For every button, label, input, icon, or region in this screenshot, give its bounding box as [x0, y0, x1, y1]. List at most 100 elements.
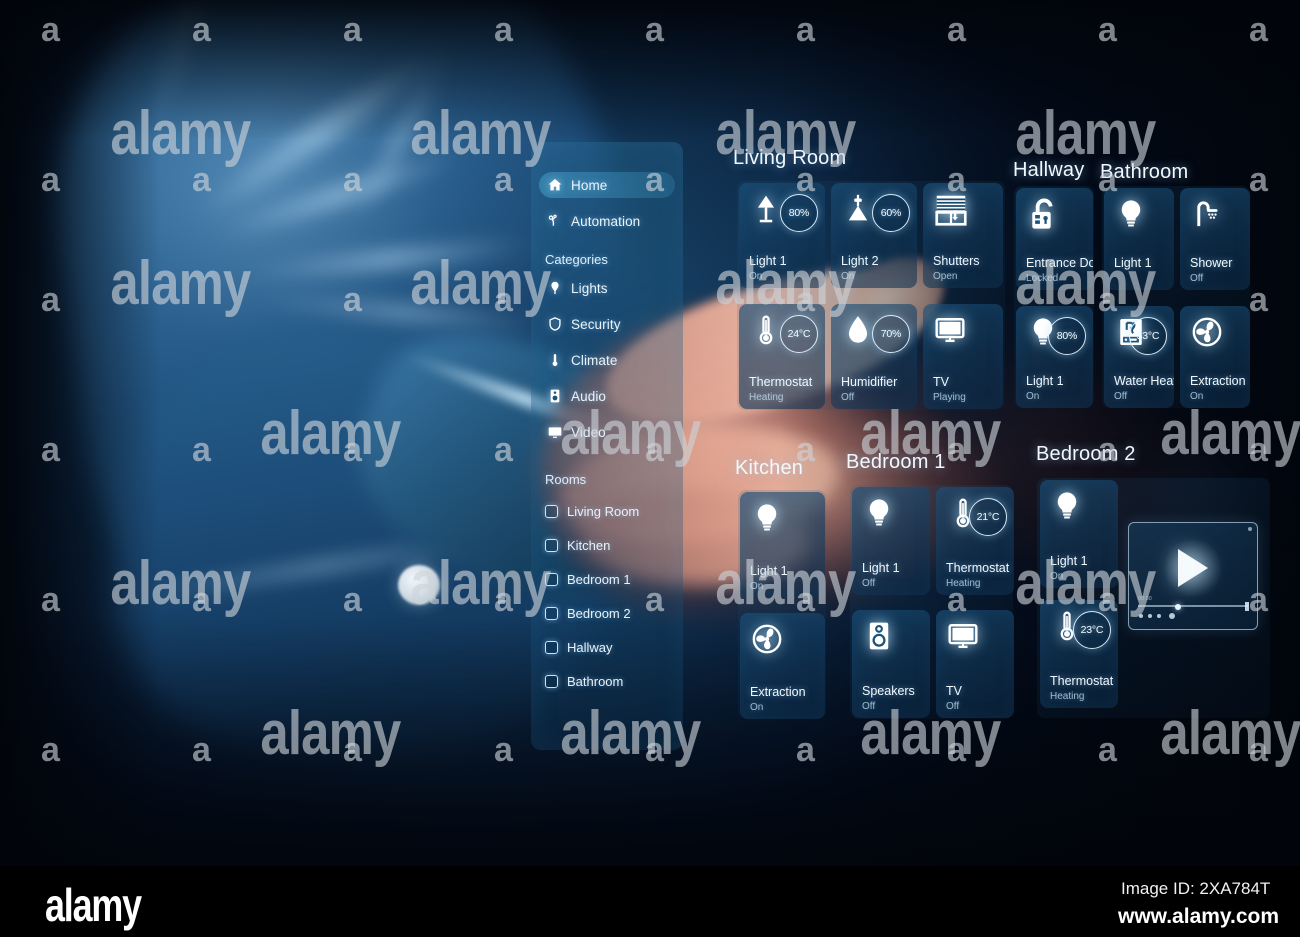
device-status: Heating — [1050, 691, 1085, 702]
media-indicator-dot — [1248, 527, 1252, 531]
tv-icon — [948, 624, 978, 649]
device-name: Humidifier — [841, 375, 898, 389]
table-lamp-icon — [757, 195, 775, 223]
value-ring: 70% — [872, 315, 910, 353]
value-ring: 80% — [780, 194, 818, 232]
sidebar-room-bedroom-1[interactable]: Bedroom 1 — [545, 567, 675, 591]
device-tile-hallway-light-1[interactable]: 80% Light 1 On — [1016, 306, 1093, 408]
value-ring: 23°C — [1073, 611, 1111, 649]
sidebar-room-label: Bedroom 2 — [567, 605, 631, 621]
device-status: Off — [862, 701, 876, 712]
device-status: On — [749, 271, 763, 282]
media-control-dot[interactable] — [1139, 614, 1143, 618]
media-control-dot[interactable] — [1169, 613, 1175, 619]
seek-handle[interactable] — [1175, 604, 1181, 610]
speaker-icon — [550, 389, 560, 403]
device-tile-bathroom-water-heater[interactable]: 53°C Water Heater Off — [1104, 306, 1174, 408]
play-icon[interactable] — [1178, 548, 1208, 587]
value-ring: 21°C — [969, 498, 1007, 536]
tv-icon — [935, 318, 965, 343]
sidebar-room-kitchen[interactable]: Kitchen — [545, 533, 675, 557]
footer-bar: alamy Image ID: 2XA784T www.alamy.com — [0, 866, 1300, 937]
lightbulb-icon — [757, 504, 777, 531]
sidebar-item-automation[interactable]: Automation — [539, 208, 675, 234]
section-title-bathroom: Bathroom — [1100, 161, 1189, 183]
device-status: Locked — [1026, 273, 1059, 284]
speaker-icon — [869, 622, 889, 650]
sidebar-rooms-heading: Rooms — [545, 472, 587, 487]
device-tile-living-room-light-2[interactable]: 60% Light 2 On — [831, 183, 917, 288]
device-status: On — [1190, 391, 1204, 402]
device-name: Light 2 — [841, 254, 879, 268]
device-name: Light 1 — [750, 564, 788, 578]
device-name: Shutters — [933, 254, 980, 268]
pendant-lamp-icon — [848, 194, 868, 221]
checkbox[interactable] — [545, 606, 558, 620]
sidebar-room-label: Living Room — [567, 503, 640, 519]
sidebar-item-label: Home — [571, 177, 608, 193]
sidebar-item-security[interactable]: Security — [539, 311, 675, 337]
sidebar-item-video[interactable]: Video — [539, 419, 675, 445]
tv-icon — [548, 427, 562, 438]
device-tile-living-room-light-1[interactable]: 80% Light 1 On — [739, 183, 825, 288]
seek-bar[interactable] — [1138, 605, 1248, 607]
device-status: Off — [862, 578, 876, 589]
section-title-hallway: Hallway — [1013, 159, 1085, 181]
checkbox[interactable] — [545, 674, 558, 688]
device-name: TV — [933, 375, 949, 389]
device-tile-bathroom-extraction[interactable]: Extraction On — [1180, 306, 1250, 408]
shield-icon — [549, 317, 561, 331]
checkbox[interactable] — [545, 538, 558, 552]
alamy-url: www.alamy.com — [1118, 905, 1280, 928]
device-tile-living-room-thermostat[interactable]: 24°C Thermostat Heating — [739, 304, 825, 409]
device-name: TV — [946, 684, 962, 698]
device-tile-bathroom-shower[interactable]: Shower Off — [1180, 188, 1250, 290]
device-tile-living-room-shutters[interactable]: Shutters Open — [923, 183, 1003, 288]
sidebar-item-label: Video — [571, 424, 606, 440]
home-icon — [548, 179, 562, 191]
image-id-label: Image ID: 2XA784T — [1121, 879, 1271, 898]
media-player-card[interactable]: 00:00 — [1128, 522, 1258, 630]
device-tile-living-room-humidifier[interactable]: 70% Humidifier Off — [831, 304, 917, 409]
device-tile-bedroom-1-speakers[interactable]: Speakers Off — [852, 610, 930, 718]
device-tile-bedroom-2-thermostat[interactable]: 23°C Thermostat Heating — [1040, 600, 1118, 708]
device-tile-hallway-entrance-door[interactable]: Entrance Door Locked — [1016, 188, 1093, 290]
sidebar-room-bedroom-2[interactable]: Bedroom 2 — [545, 601, 675, 625]
device-name: Extraction — [1190, 374, 1246, 388]
alamy-logo: alamy — [45, 879, 142, 931]
media-control-dot[interactable] — [1157, 614, 1161, 618]
device-name: Light 1 — [1050, 554, 1088, 568]
sidebar-item-climate[interactable]: Climate — [539, 347, 675, 373]
device-name: Thermostat — [749, 375, 813, 389]
fan-icon — [1192, 317, 1222, 347]
value-ring: 60% — [872, 194, 910, 232]
sidebar-item-home[interactable]: Home — [539, 172, 675, 198]
media-control-dot[interactable] — [1148, 614, 1152, 618]
sidebar-item-lights[interactable]: Lights — [539, 275, 675, 301]
checkbox[interactable] — [545, 640, 558, 654]
device-tile-bedroom-1-thermostat[interactable]: 21°C Thermostat Heating — [936, 487, 1014, 595]
sidebar-room-living-room[interactable]: Living Room — [545, 499, 675, 523]
sidebar-item-label: Audio — [571, 388, 607, 404]
checkbox[interactable] — [545, 504, 558, 518]
water-drop-icon — [848, 316, 868, 343]
section-title-bedroom-1: Bedroom 1 — [846, 451, 946, 473]
device-name: Speakers — [862, 684, 915, 698]
sidebar-room-hallway[interactable]: Hallway — [545, 635, 675, 659]
device-tile-bedroom-2-light-1[interactable]: Light 1 On — [1040, 480, 1118, 588]
device-tile-living-room-tv[interactable]: TV Playing — [923, 304, 1003, 409]
device-tile-bathroom-light-1[interactable]: Light 1 — [1104, 188, 1174, 290]
device-tile-kitchen-extraction[interactable]: Extraction On — [740, 613, 825, 719]
sidebar-room-bathroom[interactable]: Bathroom — [545, 669, 675, 693]
device-name: Extraction — [750, 685, 806, 699]
device-name: Thermostat — [1050, 674, 1114, 688]
device-tile-kitchen-light-1[interactable]: Light 1 On — [740, 492, 825, 598]
device-tile-bedroom-1-light-1[interactable]: Light 1 Off — [852, 487, 930, 595]
sidebar-item-audio[interactable]: Audio — [539, 383, 675, 409]
device-name: Shower — [1190, 256, 1233, 270]
device-name: Thermostat — [946, 561, 1010, 575]
device-tile-bedroom-1-tv[interactable]: TV Off — [936, 610, 1014, 718]
device-name: Light 1 — [1026, 374, 1064, 388]
device-name: Water Heater — [1114, 374, 1174, 388]
checkbox[interactable] — [545, 572, 558, 586]
